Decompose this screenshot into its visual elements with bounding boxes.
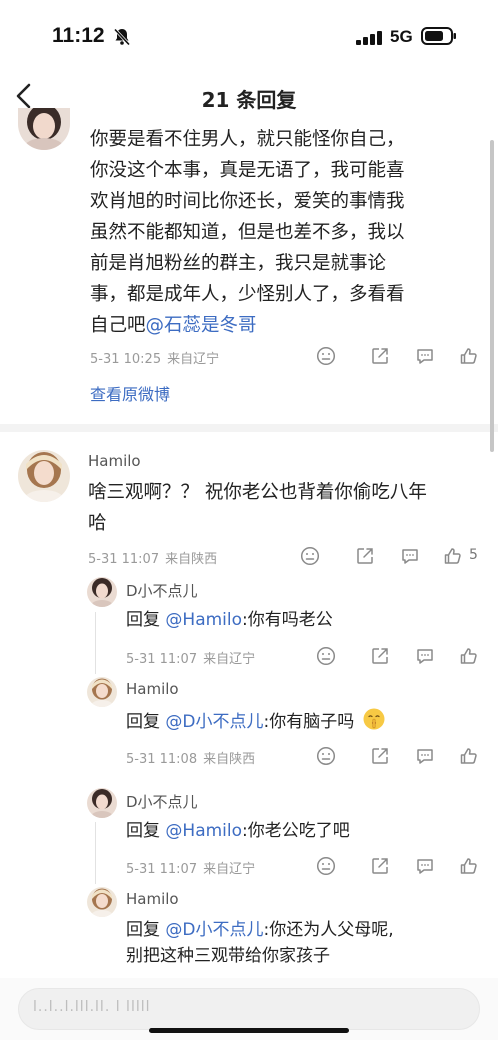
reply-meta: 5-31 11:07 来自陕西	[88, 548, 217, 567]
comment-icon[interactable]	[415, 746, 435, 766]
reply-location: 来自陕西	[165, 552, 218, 567]
bell-slash-icon	[112, 27, 132, 51]
mention-link[interactable]: @D小不点儿	[165, 920, 263, 940]
sub-reply-meta: 5-31 11:08 来自陕西	[126, 748, 255, 767]
username[interactable]: D小不点儿	[126, 791, 198, 812]
comment-text: 你要是看不住男人，就只能怪你自己， 你没这个本事，真是无语了，我可能喜 欢肖旭的…	[90, 129, 405, 336]
emoji-icon[interactable]	[316, 346, 336, 366]
share-icon[interactable]	[370, 346, 390, 366]
share-icon[interactable]	[355, 546, 375, 566]
like-icon[interactable]	[459, 646, 479, 666]
divider	[0, 424, 498, 432]
username[interactable]: Hamilo	[88, 452, 141, 470]
reply-date: 5-31 11:07	[126, 862, 198, 877]
like-icon[interactable]	[459, 746, 479, 766]
emoji-icon[interactable]	[316, 856, 336, 876]
thread-line	[95, 822, 96, 884]
avatar[interactable]	[87, 788, 117, 818]
username[interactable]: Hamilo	[126, 890, 179, 908]
nav-bar: 21 条回复	[0, 72, 498, 120]
emoji-icon[interactable]	[316, 746, 336, 766]
mention-link[interactable]: @D小不点儿	[165, 712, 263, 732]
reply-location: 来自辽宁	[203, 862, 256, 877]
status-bar: 11:12 5G	[0, 0, 498, 70]
share-icon[interactable]	[370, 856, 390, 876]
home-indicator[interactable]	[149, 1028, 349, 1033]
status-time: 11:12	[52, 24, 105, 47]
reply-location: 来自陕西	[203, 752, 256, 767]
mention-link[interactable]: @石蕊是冬哥	[146, 315, 257, 336]
comment-location: 来自辽宁	[167, 352, 220, 367]
sub-reply-text: 回复 @D小不点儿:你有脑子吗	[126, 707, 386, 739]
reply-location: 来自辽宁	[203, 652, 256, 667]
comment-icon[interactable]	[415, 346, 435, 366]
reply-input[interactable]: l..l..l.lll.ll. l lllll	[18, 988, 480, 1030]
avatar[interactable]	[87, 677, 117, 707]
network-label: 5G	[390, 27, 413, 46]
comment-icon[interactable]	[415, 646, 435, 666]
share-icon[interactable]	[370, 646, 390, 666]
mention-link[interactable]: @Hamilo	[165, 610, 242, 630]
emoji-icon[interactable]	[316, 646, 336, 666]
avatar[interactable]	[18, 108, 70, 150]
like-icon[interactable]	[443, 546, 463, 566]
signal-bars-icon	[356, 30, 384, 49]
comment-date: 5-31 10:25	[90, 352, 162, 367]
sub-reply-text: 回复 @Hamilo:你老公吃了吧	[126, 821, 350, 841]
share-icon[interactable]	[370, 746, 390, 766]
username[interactable]: D小不点儿	[126, 580, 198, 601]
thread-line	[95, 612, 96, 674]
sub-reply-meta: 5-31 11:07 来自辽宁	[126, 648, 255, 667]
avatar[interactable]	[87, 577, 117, 607]
mention-link[interactable]: @Hamilo	[165, 821, 242, 841]
view-original-link[interactable]: 查看原微博	[90, 381, 170, 405]
reply-input-placeholder: l..l..l.lll.ll. l lllll	[33, 999, 151, 1015]
username[interactable]: Hamilo	[126, 680, 179, 698]
reply-date: 5-31 11:07	[126, 652, 198, 667]
like-icon[interactable]	[459, 346, 479, 366]
sub-reply-meta: 5-31 11:07 来自辽宁	[126, 858, 255, 877]
scrollbar[interactable]	[490, 140, 494, 452]
reply-text: 啥三观啊？？ 祝你老公也背着你偷吃八年 哈	[88, 482, 427, 534]
emoji-icon[interactable]	[300, 546, 320, 566]
comment-icon[interactable]	[400, 546, 420, 566]
comment-meta: 5-31 10:25 来自辽宁	[90, 348, 219, 367]
sub-reply-text: 回复 @D小不点儿:你还为人父母呢, 别把这种三观带给你家孩子	[126, 920, 394, 966]
like-count: 5	[469, 547, 478, 563]
avatar[interactable]	[87, 887, 117, 917]
page-title: 21 条回复	[201, 88, 297, 112]
like-icon[interactable]	[459, 856, 479, 876]
reply-date: 5-31 11:07	[88, 552, 160, 567]
battery-icon	[421, 27, 457, 49]
reply-date: 5-31 11:08	[126, 752, 198, 767]
comment-icon[interactable]	[415, 856, 435, 876]
shush-emoji-icon	[362, 707, 386, 739]
avatar[interactable]	[18, 450, 70, 502]
sub-reply-text: 回复 @Hamilo:你有吗老公	[126, 610, 333, 630]
